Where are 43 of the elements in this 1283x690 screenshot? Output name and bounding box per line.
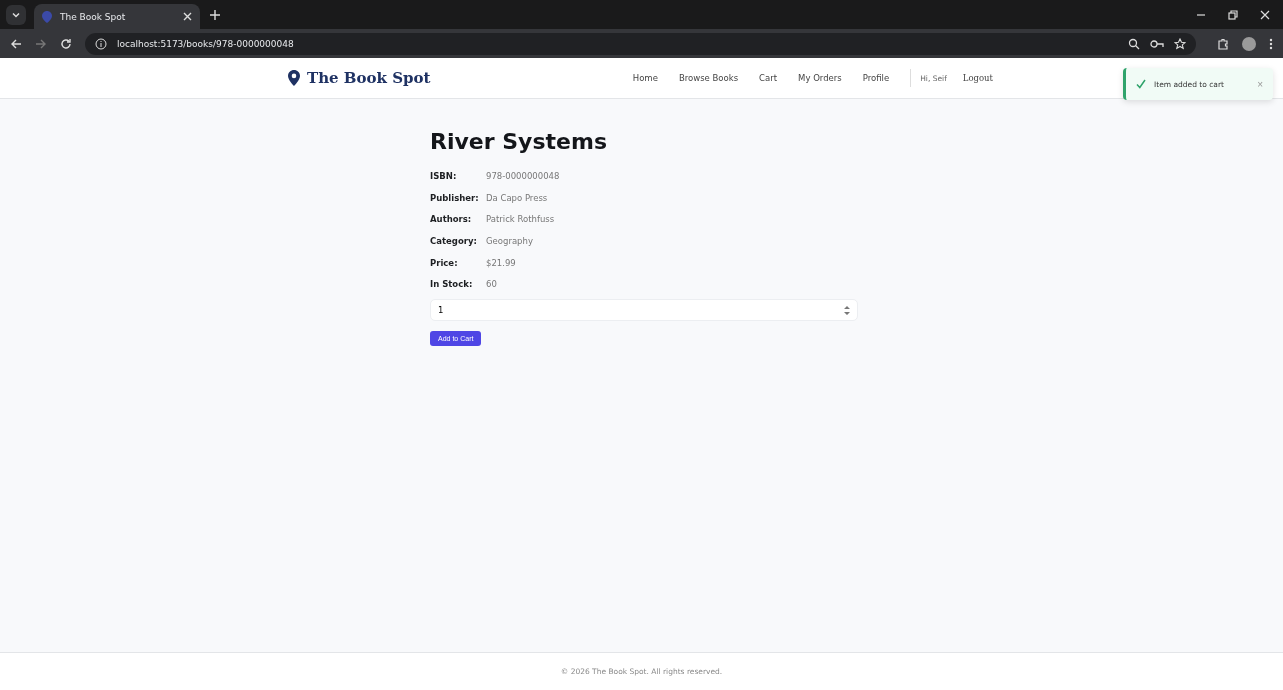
close-icon[interactable] [1260, 9, 1270, 20]
info-icon[interactable] [95, 37, 107, 50]
logout-link[interactable]: Logout [962, 73, 993, 83]
profile-avatar[interactable] [1242, 36, 1256, 51]
browser-tab[interactable]: The Book Spot [34, 4, 200, 29]
nav-link[interactable]: Home [632, 73, 658, 83]
star-icon[interactable] [1174, 37, 1186, 50]
key-icon[interactable] [1150, 38, 1164, 49]
site-logo[interactable]: The Book Spot [307, 69, 431, 87]
detail-value: Geography [486, 235, 533, 246]
detail-label: Publisher: [430, 192, 480, 203]
nav-link[interactable]: My Orders [798, 73, 842, 83]
spinner-arrows-icon[interactable] [844, 304, 850, 316]
detail-value: 60 [486, 279, 497, 290]
checkmark-icon [1136, 79, 1146, 89]
reload-icon[interactable] [60, 37, 72, 50]
book-title: River Systems [430, 129, 608, 154]
detail-label: Authors: [430, 214, 473, 225]
back-arrow-icon[interactable] [10, 37, 22, 50]
quantity-field[interactable]: 1 [430, 299, 858, 322]
detail-label: Price: [430, 257, 459, 268]
tab-title: The Book Spot [60, 11, 127, 22]
new-tab-icon[interactable] [210, 9, 220, 20]
tab-list-button[interactable] [6, 4, 26, 25]
detail-value: 978-0000000048 [486, 170, 560, 181]
restore-icon[interactable] [1228, 9, 1238, 20]
detail-label: In Stock: [430, 279, 474, 290]
nav-link[interactable]: Profile [862, 73, 890, 83]
detail-value: Patrick Rothfuss [486, 214, 555, 225]
map-pin-icon [288, 70, 300, 86]
address-bar[interactable]: localhost:5173/books/978-0000000048 [85, 32, 1196, 55]
nav-link[interactable]: Cart [759, 73, 778, 83]
nav-link[interactable]: Browse Books [678, 73, 739, 83]
detail-label: Category: [430, 235, 478, 246]
detail-label: ISBN: [430, 170, 458, 181]
detail-value: Da Capo Press [486, 192, 548, 203]
map-pin-icon [42, 10, 52, 23]
more-menu-icon[interactable] [1269, 37, 1273, 50]
zoom-icon[interactable] [1128, 37, 1140, 50]
detail-value: $21.99 [486, 257, 516, 268]
close-icon[interactable] [183, 12, 192, 21]
forward-arrow-icon[interactable] [35, 37, 47, 50]
puzzle-piece-icon[interactable] [1217, 37, 1229, 50]
